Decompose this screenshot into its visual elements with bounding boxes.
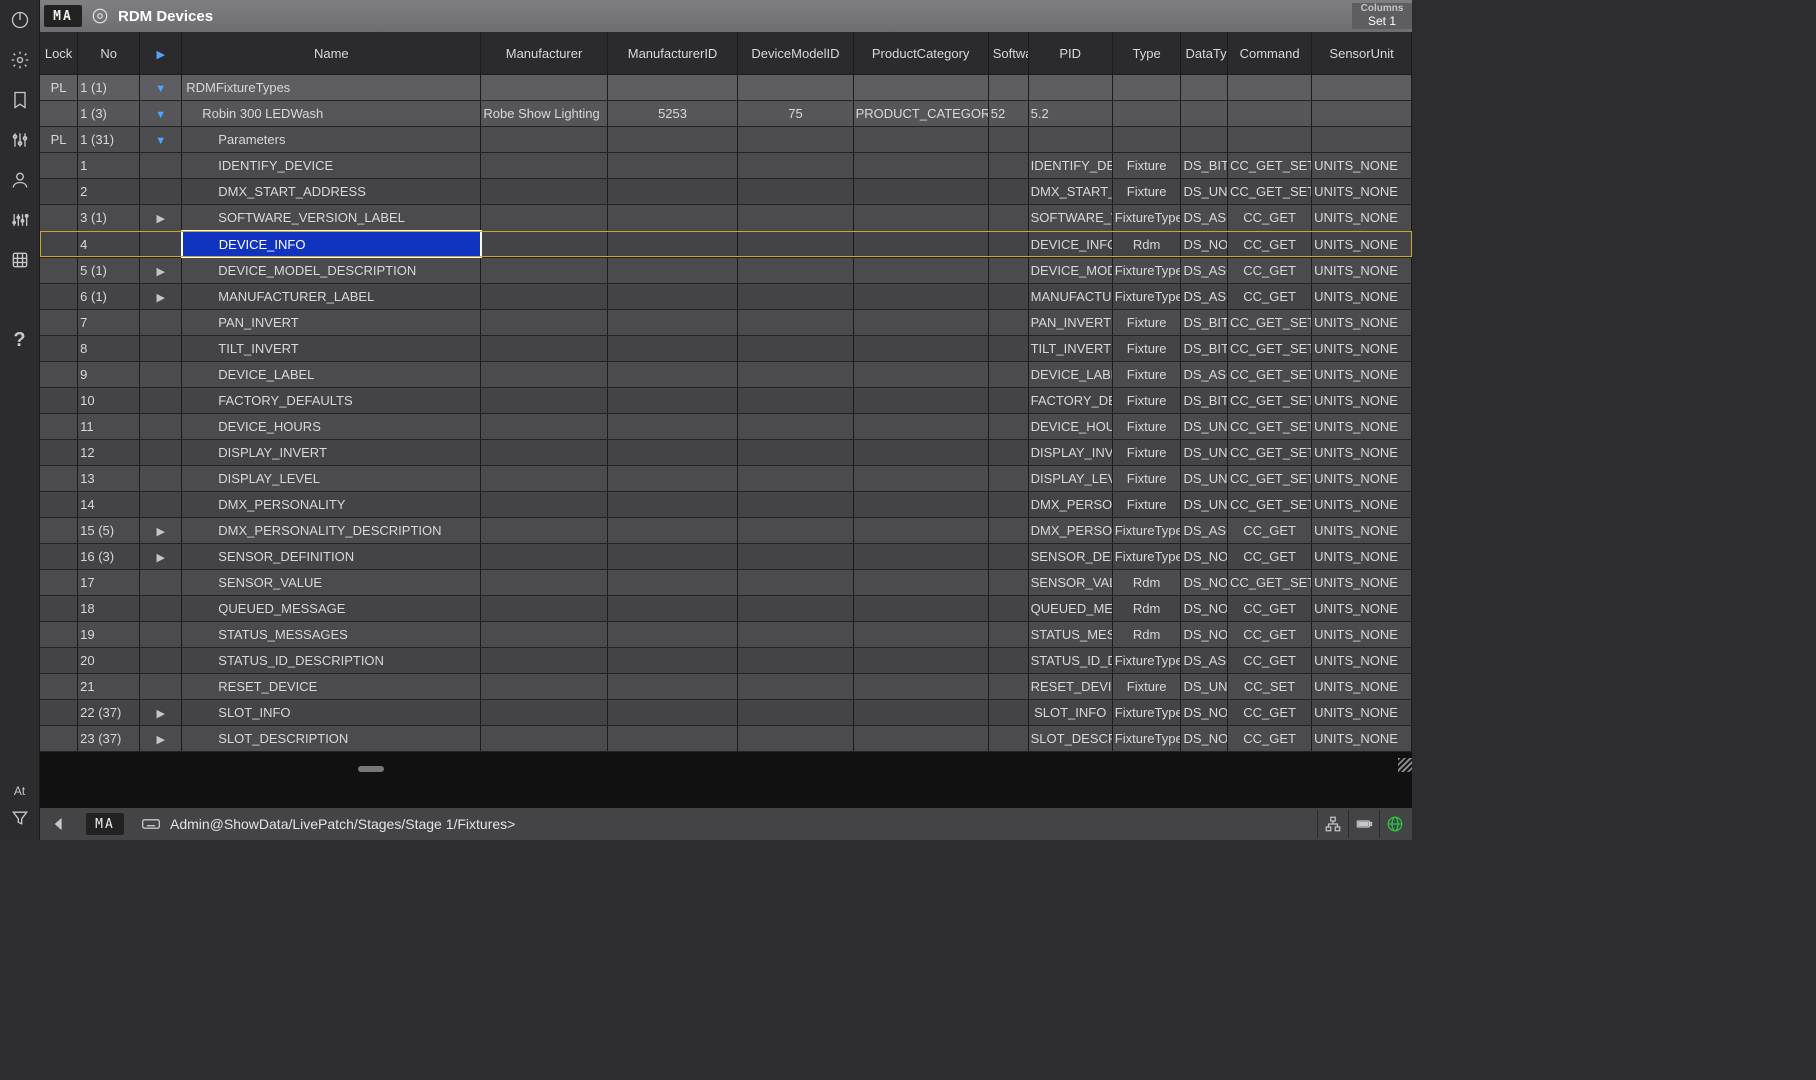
chevron-right-icon[interactable]: ▶ [157,213,165,225]
help-icon[interactable]: ? [2,322,38,358]
page-title: RDM Devices [118,8,213,25]
columns-preset-button[interactable]: Columns Set 1 [1352,3,1412,28]
resize-grip-icon[interactable] [1398,758,1412,772]
col-ManufacturerID[interactable]: ManufacturerID [607,32,738,75]
gear-icon[interactable] [2,42,38,78]
table-row[interactable]: 1IDENTIFY_DEVICEIDENTIFY_DEVICEFixtureDS… [40,153,1412,179]
main-area: MA RDM Devices Columns Set 1 LockNo▶Name… [40,0,1412,840]
col-No[interactable]: No [78,32,140,75]
bookmark-icon[interactable] [2,82,38,118]
power-icon[interactable] [2,2,38,38]
col-Type[interactable]: Type [1112,32,1181,75]
table-row[interactable]: 1 (3)▼Robin 300 LEDWashRobe Show Lightin… [40,101,1412,127]
filter-icon[interactable] [2,800,38,836]
eq-icon[interactable] [2,202,38,238]
table-row[interactable]: 2DMX_START_ADDRESSDMX_START_ADDRESSFixtu… [40,179,1412,205]
table-row[interactable]: 7PAN_INVERTPAN_INVERTFixtureDS_BIT_FIELD… [40,310,1412,336]
back-arrow-icon[interactable] [42,810,76,838]
at-label[interactable]: At [14,784,25,798]
table-row[interactable]: 11DEVICE_HOURSDEVICE_HOURSFixtureDS_UNSI… [40,414,1412,440]
chevron-right-icon[interactable]: ▶ [157,734,165,746]
col-Lock[interactable]: Lock [40,32,78,75]
table-row[interactable]: 12DISPLAY_INVERTDISPLAY_INVERTFixtureDS_… [40,440,1412,466]
status-gap [40,772,1412,808]
hscroll-handle[interactable] [358,766,384,772]
user-icon[interactable] [2,162,38,198]
table-row[interactable]: 6 (1)▶MANUFACTURER_LABELMANUFACTURER_LAB… [40,284,1412,310]
chevron-right-icon[interactable]: ▶ [157,708,165,720]
table-row[interactable]: PL1 (31)▼Parameters [40,127,1412,153]
col-PID[interactable]: PID [1028,32,1112,75]
table-row[interactable]: 15 (5)▶DMX_PERSONALITY_DESCRIPTIONDMX_PE… [40,518,1412,544]
ma-logo[interactable]: MA [44,5,82,27]
table-row[interactable]: 4DEVICE_INFODEVICE_INFORdmDS_NOT_DEFINED… [40,231,1412,257]
left-sidebar: ? At [0,0,40,840]
col-SensorUnit[interactable]: SensorUnit [1312,32,1412,75]
col-DeviceModelID[interactable]: DeviceModelID [738,32,853,75]
rdm-tree-table[interactable]: LockNo▶NameManufacturerManufacturerIDDev… [40,32,1412,752]
chevron-right-icon[interactable]: ▶ [157,526,165,538]
table-row[interactable]: 13DISPLAY_LEVELDISPLAY_LEVELFixtureDS_UN… [40,466,1412,492]
col-Command[interactable]: Command [1227,32,1311,75]
chevron-right-icon[interactable]: ▶ [157,292,165,304]
table-row[interactable]: 3 (1)▶SOFTWARE_VERSION_LABELSOFTWARE_VER… [40,205,1412,232]
table-row[interactable]: 20STATUS_ID_DESCRIPTIONSTATUS_ID_DESCRIP… [40,648,1412,674]
chevron-down-icon[interactable]: ▼ [155,135,166,147]
network-icon[interactable] [1317,810,1348,838]
battery-icon[interactable] [1348,810,1379,838]
table-header-row[interactable]: LockNo▶NameManufacturerManufacturerIDDev… [40,32,1412,75]
table-row[interactable]: 21RESET_DEVICERESET_DEVICEFixtureDS_UNSI… [40,674,1412,700]
ma-logo-bottom[interactable]: MA [86,813,124,835]
table-row[interactable]: 5 (1)▶DEVICE_MODEL_DESCRIPTIONDEVICE_MOD… [40,257,1412,284]
globe-online-icon[interactable] [1379,810,1410,838]
table-row[interactable]: 8TILT_INVERTTILT_INVERTFixtureDS_BIT_FIE… [40,336,1412,362]
col-ProductCategory[interactable]: ProductCategory [853,32,988,75]
command-bar: MA Admin@ShowData/LivePatch/Stages/Stage… [40,808,1412,840]
table-row[interactable]: 22 (37)▶SLOT_INFOSLOT_INFOFixtureTypeDS_… [40,700,1412,726]
col-SoftwareVersion[interactable]: SoftwareVersion [988,32,1028,75]
table-row[interactable]: 23 (37)▶SLOT_DESCRIPTIONSLOT_DESCRIPTION… [40,726,1412,752]
view-gear-icon[interactable] [88,4,112,28]
col-Name[interactable]: Name [182,32,481,75]
keypad-icon[interactable] [2,242,38,278]
chevron-right-icon[interactable]: ▶ [157,266,165,278]
sliders-icon[interactable] [2,122,38,158]
table-viewport[interactable]: LockNo▶NameManufacturerManufacturerIDDev… [40,32,1412,772]
table-row[interactable]: PL1 (1)▼RDMFixtureTypes [40,75,1412,101]
chevron-down-icon[interactable]: ▼ [155,109,166,121]
col-expand[interactable]: ▶ [140,32,182,75]
col-DataType[interactable]: DataType [1181,32,1228,75]
table-row[interactable]: 17SENSOR_VALUESENSOR_VALUERdmDS_NOT_DEFI… [40,570,1412,596]
chevron-down-icon[interactable]: ▼ [155,83,166,95]
keyboard-icon[interactable] [134,810,168,838]
table-row[interactable]: 18QUEUED_MESSAGEQUEUED_MESSAGERdmDS_NOT_… [40,596,1412,622]
chevron-right-icon[interactable]: ▶ [157,552,165,564]
table-row[interactable]: 16 (3)▶SENSOR_DEFINITIONSENSOR_DEFINITIO… [40,544,1412,570]
table-row[interactable]: 14DMX_PERSONALITYDMX_PERSONALITYFixtureD… [40,492,1412,518]
command-prompt[interactable]: Admin@ShowData/LivePatch/Stages/Stage 1/… [168,816,515,832]
title-bar: MA RDM Devices Columns Set 1 [40,0,1412,32]
table-row[interactable]: 10FACTORY_DEFAULTSFACTORY_DEFAULTSFixtur… [40,388,1412,414]
table-row[interactable]: 19STATUS_MESSAGESSTATUS_MESSAGESRdmDS_NO… [40,622,1412,648]
table-row[interactable]: 9DEVICE_LABELDEVICE_LABELFixtureDS_ASCII… [40,362,1412,388]
col-Manufacturer[interactable]: Manufacturer [481,32,607,75]
